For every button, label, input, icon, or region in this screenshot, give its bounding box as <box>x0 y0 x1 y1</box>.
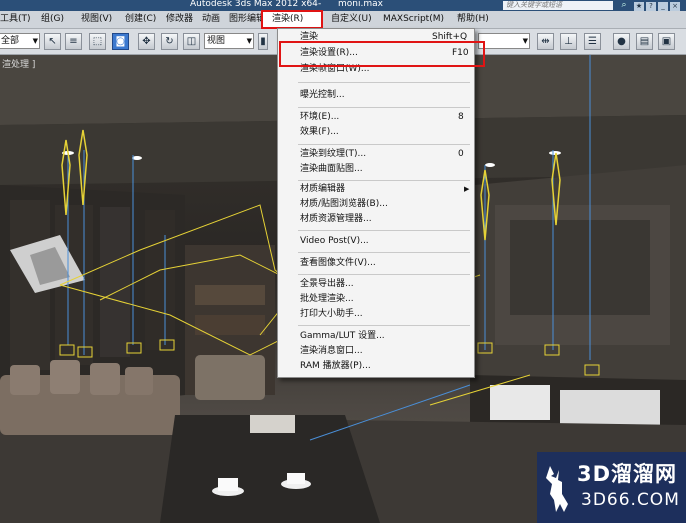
menu-customize[interactable]: 自定义(U) <box>331 11 372 28</box>
menu-item-render-to-texture[interactable]: 渲染到纹理(T)... 0 <box>278 147 474 162</box>
menu-item-label: 材质/贴图浏览器(B)... <box>300 199 388 209</box>
reference-coordinate-dropdown[interactable]: 视图 ▼ <box>204 33 254 49</box>
menu-item-render-surface-map[interactable]: 渲染曲面贴图... <box>278 162 474 177</box>
layer-manager-icon[interactable]: ☰ <box>584 33 601 50</box>
menu-item-label: 效果(F)... <box>300 127 339 137</box>
menu-rendering-label: 渲染(R) <box>272 14 304 24</box>
menu-item-exposure-control[interactable]: 曝光控制... <box>278 88 474 103</box>
menu-item-label: 查看图像文件(V)... <box>300 258 376 268</box>
menu-item-label: Video Post(V)... <box>300 236 369 246</box>
menu-separator <box>298 274 470 275</box>
menu-item-render-message-window[interactable]: 渲染消息窗口... <box>278 344 474 359</box>
material-editor-icon[interactable]: ● <box>613 33 630 50</box>
menu-item-gamma-lut-setup[interactable]: Gamma/LUT 设置... <box>278 329 474 344</box>
menu-item-ram-player[interactable]: RAM 播放器(P)... <box>278 359 474 374</box>
menu-item-label: 渲染到纹理(T)... <box>300 149 367 159</box>
reference-coordinate-value: 视图 <box>207 36 226 46</box>
menu-separator <box>298 180 470 181</box>
selection-filter-value: 全部 <box>1 36 20 46</box>
watermark-domain: 3D66.COM <box>581 490 680 510</box>
menu-rendering[interactable]: 渲染(R) <box>261 10 323 29</box>
menu-modifiers[interactable]: 修改器 <box>166 11 193 28</box>
window-crossing-icon[interactable]: ◙ <box>112 33 129 50</box>
mirror-icon[interactable]: ⇹ <box>537 33 554 50</box>
menu-item-video-post[interactable]: Video Post(V)... <box>278 234 474 249</box>
binoculars-icon[interactable]: ⌕ <box>619 0 629 10</box>
menu-item-shortcut: 8 <box>458 112 464 122</box>
menu-item-print-size-wizard[interactable]: 打印大小助手... <box>278 307 474 322</box>
search-input[interactable]: 键入关键字或短语 <box>503 1 613 10</box>
menu-separator <box>298 230 470 231</box>
chevron-down-icon: ▼ <box>246 37 252 45</box>
selection-filter-dropdown[interactable]: 全部 ▼ <box>0 33 40 49</box>
menu-tools[interactable]: 工具(T) <box>0 11 31 28</box>
menu-item-material-explorer[interactable]: 材质资源管理器... <box>278 212 474 227</box>
menu-graph-editors[interactable]: 图形编辑器 <box>229 11 261 28</box>
help-icon[interactable]: ? <box>646 2 656 11</box>
menu-item-label: Gamma/LUT 设置... <box>300 331 385 341</box>
menu-item-material-editor[interactable]: 材质编辑器 ▶ <box>278 182 474 197</box>
menu-item-effects[interactable]: 效果(F)... <box>278 125 474 140</box>
pivot-icon[interactable]: ▮ <box>258 33 268 50</box>
menu-item-environment[interactable]: 环境(E)... 8 <box>278 110 474 125</box>
chevron-down-icon: ▼ <box>32 37 38 45</box>
menu-item-batch-render[interactable]: 批处理渲染... <box>278 292 474 307</box>
menu-item-label: 环境(E)... <box>300 112 340 122</box>
menu-item-label: 批处理渲染... <box>300 294 354 304</box>
star-icon[interactable]: ★ <box>634 2 644 11</box>
menu-item-label: 打印大小助手... <box>300 309 363 319</box>
window-controls: ★? _ × <box>634 1 684 11</box>
rendering-dropdown-menu: 渲染 Shift+Q 渲染设置(R)... F10 渲染帧窗口(W)... 曝光… <box>277 28 475 378</box>
menu-separator <box>298 144 470 145</box>
select-by-name-icon[interactable]: ≡ <box>65 33 82 50</box>
menu-animation[interactable]: 动画 <box>202 11 220 28</box>
menu-item-label: 渲染曲面贴图... <box>300 164 363 174</box>
deer-logo-icon <box>546 466 568 512</box>
title-separator: - <box>318 0 322 9</box>
menu-separator <box>298 107 470 108</box>
menu-item-panorama-exporter[interactable]: 全景导出器... <box>278 277 474 292</box>
menu-create[interactable]: 创建(C) <box>125 11 156 28</box>
move-icon[interactable]: ✥ <box>138 33 155 50</box>
named-selection-dropdown[interactable]: ▼ <box>478 33 530 49</box>
menu-item-shortcut: 0 <box>458 149 464 159</box>
menu-item-label: 渲染消息窗口... <box>300 346 363 356</box>
menu-item-material-map-browser[interactable]: 材质/贴图浏览器(B)... <box>278 197 474 212</box>
rotate-icon[interactable]: ↻ <box>161 33 178 50</box>
menu-maxscript[interactable]: MAXScript(M) <box>383 11 444 28</box>
render-frame-icon[interactable]: ▣ <box>658 33 675 50</box>
menu-separator <box>298 252 470 253</box>
menu-group[interactable]: 组(G) <box>41 11 64 28</box>
menu-item-label: 材质资源管理器... <box>300 214 372 224</box>
minimize-icon[interactable]: _ <box>658 2 668 11</box>
menu-item-label: 材质编辑器 <box>300 184 346 194</box>
menu-views[interactable]: 视图(V) <box>81 11 112 28</box>
menu-item-label: RAM 播放器(P)... <box>300 361 371 371</box>
file-name: moni.max <box>338 0 383 9</box>
menu-help[interactable]: 帮助(H) <box>457 11 489 28</box>
menu-item-label: 曝光控制... <box>300 90 345 100</box>
render-setup-icon[interactable]: ▤ <box>636 33 653 50</box>
menu-item-label: 全景导出器... <box>300 279 354 289</box>
menu-bar: 工具(T) 组(G) 视图(V) 创建(C) 修改器 动画 图形编辑器 自定义(… <box>0 11 686 29</box>
viewport-label[interactable]: 渲处理 ] <box>2 57 35 70</box>
title-bar: Autodesk 3ds Max 2012 x64 - moni.max 键入关… <box>0 0 686 11</box>
rectangular-selection-icon[interactable]: ⬚ <box>89 33 106 50</box>
menu-separator <box>298 82 470 83</box>
render-setup-highlight-box <box>279 41 485 67</box>
chevron-down-icon: ▼ <box>522 37 528 45</box>
align-icon[interactable]: ⊥ <box>560 33 577 50</box>
menu-separator <box>298 325 470 326</box>
submenu-arrow-icon: ▶ <box>464 185 470 193</box>
watermark-logo: 3D溜溜网 3D66.COM <box>537 452 686 523</box>
menu-item-view-image-file[interactable]: 查看图像文件(V)... <box>278 256 474 271</box>
watermark-brand: 3D溜溜网 <box>577 462 678 486</box>
close-icon[interactable]: × <box>670 2 680 11</box>
app-title: Autodesk 3ds Max 2012 x64 <box>190 0 318 9</box>
scale-icon[interactable]: ◫ <box>183 33 200 50</box>
select-object-icon[interactable]: ↖ <box>44 33 61 50</box>
